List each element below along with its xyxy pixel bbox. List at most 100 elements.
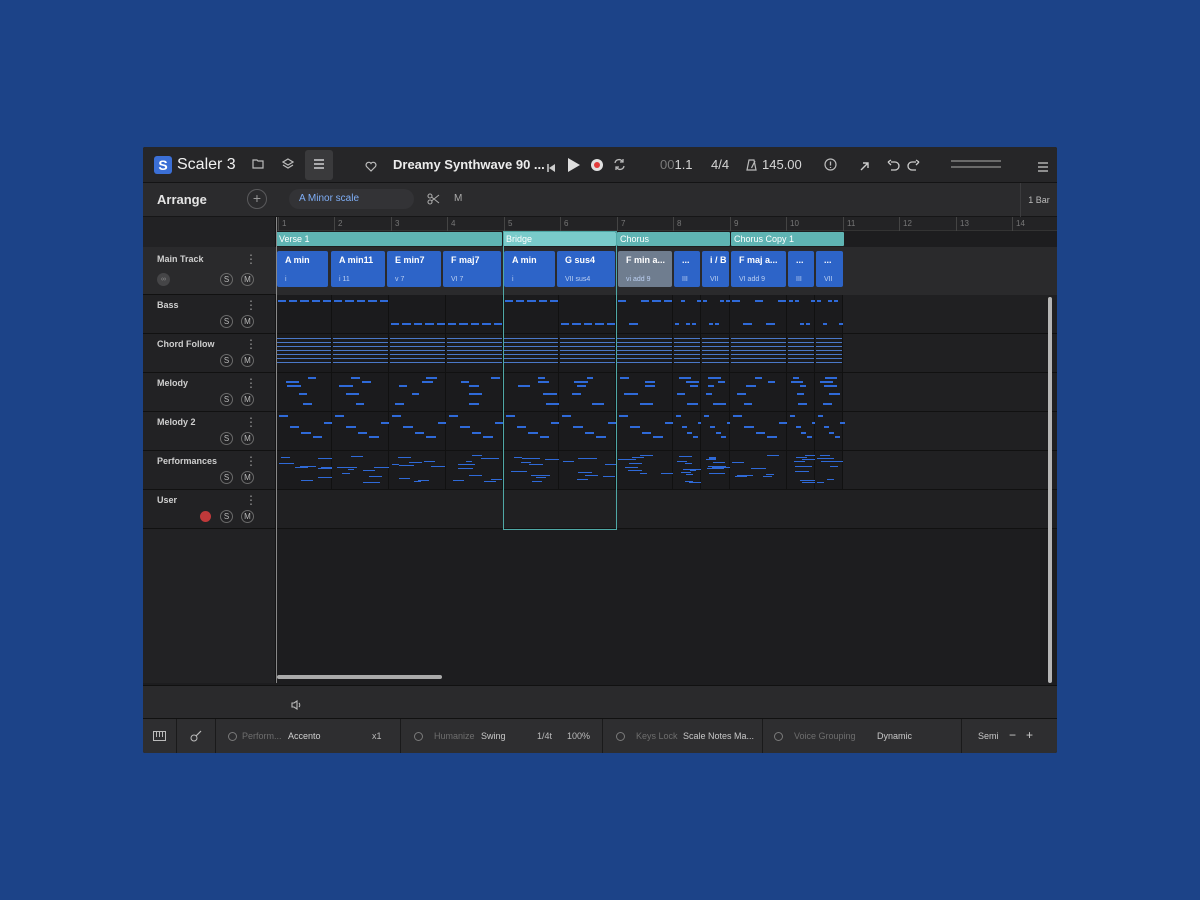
mute-button[interactable]: M [241,393,254,406]
chord-block-selected[interactable]: F min a... vi add 9 [618,251,672,287]
track-lane-bass[interactable] [276,295,1057,334]
midi-clip[interactable] [446,334,503,372]
voice-grouping-section[interactable]: Voice Grouping Dynamic [763,719,962,753]
midi-clip[interactable] [332,295,389,333]
volume-fader[interactable] [951,160,1001,168]
midi-clip[interactable] [815,412,846,450]
voice-grouping-toggle[interactable] [774,732,783,741]
midi-clip[interactable] [332,412,390,450]
solo-button[interactable]: S [220,354,233,367]
track-header-melody[interactable]: Melody ⋮ S M [143,373,276,412]
chord-block[interactable]: G sus4 VII sus4 [557,251,615,287]
chord-block[interactable]: A min i [277,251,328,287]
loop-icon[interactable] [613,158,626,176]
performance-value[interactable]: Accento [288,731,321,741]
midi-clip[interactable] [276,412,333,450]
more-icon[interactable]: ⋮ [245,455,257,467]
keys-lock-value[interactable]: Scale Notes Ma... [683,731,754,741]
chord-block[interactable]: A min11 i 11 [331,251,385,287]
midi-clip[interactable] [332,451,390,489]
midi-clip[interactable] [673,451,706,489]
speaker-icon[interactable] [291,697,302,715]
more-icon[interactable]: ⋮ [245,338,257,350]
tempo-value[interactable]: 145.00 [762,157,802,172]
more-icon[interactable]: ⋮ [245,494,257,506]
midi-clip[interactable] [701,373,730,411]
midi-clip[interactable] [446,373,503,411]
midi-clip[interactable] [730,334,787,372]
keys-lock-section[interactable]: Keys Lock Scale Notes Ma... [603,719,763,753]
track-header-melody-2[interactable]: Melody 2 ⋮ S M [143,412,276,451]
midi-clip[interactable] [815,451,844,489]
mute-button[interactable]: M [241,315,254,328]
midi-clip[interactable] [730,295,787,333]
humanize-toggle[interactable] [414,732,423,741]
export-icon[interactable] [859,159,870,177]
track-lane-user[interactable] [276,490,1057,529]
midi-clip[interactable] [446,412,504,450]
midi-clip[interactable] [787,295,816,333]
undo-icon[interactable] [887,158,900,176]
menu-icon[interactable] [305,150,333,180]
skip-back-icon[interactable] [546,160,556,178]
midi-clip[interactable] [815,373,843,411]
mute-button[interactable]: M [241,354,254,367]
midi-clip[interactable] [787,412,818,450]
more-icon[interactable]: ⋮ [245,377,257,389]
record-arm-button[interactable] [200,511,211,522]
track-lane-melody[interactable] [276,373,1057,412]
solo-button[interactable]: S [220,315,233,328]
solo-button[interactable]: S [220,393,233,406]
midi-clip[interactable] [446,295,503,333]
horizontal-scrollbar[interactable] [277,675,442,679]
midi-clip[interactable] [389,334,446,372]
midi-clip[interactable] [276,334,332,372]
midi-clip[interactable] [673,295,702,333]
track-lane-melody2[interactable] [276,412,1057,451]
chord-block[interactable]: A min i [504,251,555,287]
scissors-icon[interactable] [427,192,440,210]
solo-button[interactable]: S [220,471,233,484]
solo-button[interactable]: S [220,510,233,523]
vertical-scrollbar[interactable] [1048,297,1052,683]
play-icon[interactable] [567,157,581,178]
timeline-ruler[interactable]: 1 2 3 4 5 6 7 8 9 10 11 12 13 14 [276,217,1057,231]
midi-clip[interactable] [276,373,332,411]
guitar-icon[interactable] [177,719,216,753]
midi-clip[interactable] [815,334,843,372]
track-header-performances[interactable]: Performances ⋮ S M [143,451,276,490]
performance-multiplier[interactable]: x1 [372,731,382,741]
track-header-chord-follow[interactable]: Chord Follow ⋮ S M [143,334,276,373]
keys-lock-toggle[interactable] [616,732,625,741]
voice-grouping-value[interactable]: Dynamic [877,731,912,741]
redo-icon[interactable] [907,158,920,176]
midi-clip[interactable] [701,451,731,489]
midi-clip[interactable] [730,373,787,411]
midi-clip[interactable] [559,373,616,411]
track-header-user[interactable]: User ⋮ S M [143,490,276,529]
midi-clip[interactable] [503,334,559,372]
midi-clip[interactable] [673,373,701,411]
midi-clip[interactable] [389,451,446,489]
chord-block[interactable]: F maj7 VI 7 [443,251,501,287]
midi-clip[interactable] [503,412,560,450]
time-signature[interactable]: 4/4 [711,157,729,172]
midi-clip[interactable] [559,451,623,489]
midi-clip[interactable] [332,373,389,411]
track-lane-perf[interactable] [276,451,1057,490]
midi-clip[interactable] [701,412,733,450]
arrange-grid[interactable]: A min i A min11 i 11 E min7 v 7 F maj7 VI 7 … [276,247,1057,683]
midi-clip[interactable] [730,412,788,450]
midi-clip[interactable] [503,451,561,489]
midi-clip[interactable] [730,451,787,489]
midi-clip[interactable] [276,451,339,489]
midi-clip[interactable] [616,295,673,333]
chord-block[interactable]: F maj a... VI add 9 [731,251,786,287]
song-title[interactable]: Dreamy Synthwave 90 ... [393,157,545,172]
playhead[interactable] [276,217,277,683]
section-chorus[interactable]: Chorus [617,232,730,246]
midi-clip[interactable] [446,451,503,489]
section-chorus-copy-1[interactable]: Chorus Copy 1 [731,232,844,246]
chord-block[interactable]: ... III [788,251,814,287]
folder-icon[interactable] [244,153,272,177]
